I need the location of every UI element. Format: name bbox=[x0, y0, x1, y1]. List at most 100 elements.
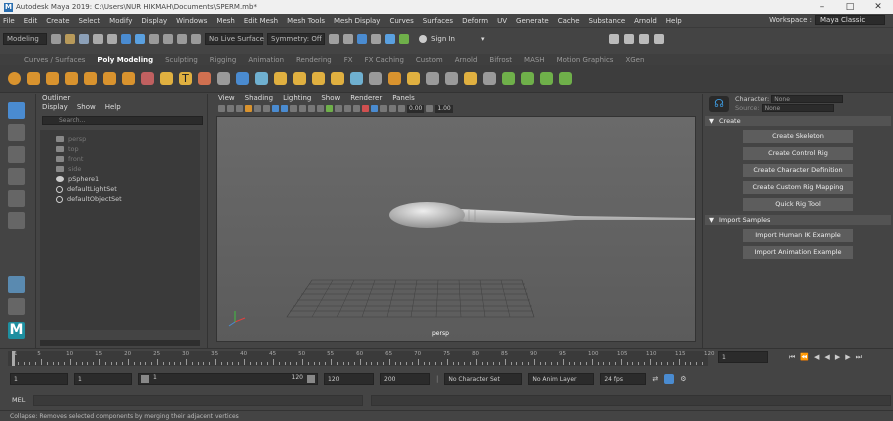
shelf-tab-rigging[interactable]: Rigging bbox=[210, 56, 237, 64]
near-clip-field[interactable]: 0.00 bbox=[407, 104, 425, 113]
poly-plane-icon[interactable] bbox=[103, 72, 116, 85]
new-scene-icon[interactable] bbox=[51, 33, 61, 44]
grid-icon[interactable] bbox=[245, 105, 252, 112]
step-back-icon[interactable]: ◀ bbox=[814, 353, 819, 361]
outliner-item-front[interactable]: front bbox=[40, 154, 200, 164]
menu-mesh-tools[interactable]: Mesh Tools bbox=[287, 17, 325, 25]
sperm-mesh[interactable] bbox=[389, 202, 695, 228]
start-frame-field[interactable]: 1 bbox=[10, 373, 68, 385]
menu-file[interactable]: File bbox=[3, 17, 15, 25]
close-icon[interactable]: ✕ bbox=[865, 0, 891, 14]
exposure-icon[interactable] bbox=[380, 105, 387, 112]
smooth-icon[interactable] bbox=[255, 72, 268, 85]
color-management-icon[interactable] bbox=[398, 105, 405, 112]
svg-tool-icon[interactable] bbox=[198, 72, 211, 85]
redo-icon[interactable] bbox=[107, 33, 117, 44]
snap-view-icon[interactable] bbox=[191, 33, 201, 44]
mirror-icon[interactable] bbox=[293, 72, 306, 85]
paint-select-icon[interactable] bbox=[8, 146, 25, 163]
menu-substance[interactable]: Substance bbox=[589, 17, 626, 25]
remesh-icon[interactable] bbox=[540, 72, 553, 85]
camera-attributes-icon[interactable] bbox=[218, 105, 225, 112]
poly-disc-icon[interactable] bbox=[122, 72, 135, 85]
end-frame-field[interactable]: 200 bbox=[380, 373, 430, 385]
attribute-editor-icon[interactable] bbox=[638, 33, 649, 44]
select-tool-icon[interactable] bbox=[8, 102, 25, 119]
menu-help[interactable]: Help bbox=[666, 17, 682, 25]
poly-cube-icon[interactable] bbox=[27, 72, 40, 85]
extrude-icon[interactable] bbox=[312, 72, 325, 85]
boolean-icon[interactable] bbox=[274, 72, 287, 85]
channel-box-icon[interactable] bbox=[653, 33, 664, 44]
shelf-tab-xgen[interactable]: XGen bbox=[625, 56, 644, 64]
human-ik-icon[interactable] bbox=[623, 33, 634, 44]
menu-edit-mesh[interactable]: Edit Mesh bbox=[244, 17, 278, 25]
bridge-icon[interactable] bbox=[331, 72, 344, 85]
playback-end-field[interactable]: 120 bbox=[324, 373, 374, 385]
snap-grid-icon[interactable] bbox=[149, 33, 159, 44]
menu-modify[interactable]: Modify bbox=[109, 17, 132, 25]
quick-rig-tool-button[interactable]: Quick Rig Tool bbox=[743, 198, 853, 211]
viewport-menu-panels[interactable]: Panels bbox=[392, 94, 415, 103]
render-settings-icon[interactable] bbox=[371, 33, 381, 44]
create-section-header[interactable]: ▼ Create bbox=[705, 116, 891, 126]
shelf-tab-arnold[interactable]: Arnold bbox=[455, 56, 478, 64]
current-frame-field[interactable]: 1 bbox=[718, 351, 768, 363]
viewport-menu-view[interactable]: View bbox=[218, 94, 235, 103]
menu-windows[interactable]: Windows bbox=[176, 17, 207, 25]
viewport-menu-show[interactable]: Show bbox=[321, 94, 340, 103]
menu-select[interactable]: Select bbox=[79, 17, 101, 25]
step-forward-icon[interactable]: ▶ bbox=[845, 353, 850, 361]
shelf-tab-animation[interactable]: Animation bbox=[248, 56, 284, 64]
live-surface-combo[interactable]: No Live Surface bbox=[205, 32, 264, 45]
gamma-icon[interactable] bbox=[389, 105, 396, 112]
save-scene-icon[interactable] bbox=[79, 33, 89, 44]
import-samples-section-header[interactable]: ▼ Import Samples bbox=[705, 215, 891, 225]
character-combo[interactable]: None bbox=[771, 95, 844, 103]
ambient-occlusion-icon[interactable] bbox=[317, 105, 324, 112]
modeling-toolkit-icon[interactable] bbox=[608, 33, 619, 44]
xray-joints-icon[interactable] bbox=[362, 105, 369, 112]
xray-icon[interactable] bbox=[353, 105, 360, 112]
color-space-icon[interactable] bbox=[426, 105, 434, 112]
current-time-marker[interactable] bbox=[12, 351, 15, 366]
menu-mesh-display[interactable]: Mesh Display bbox=[334, 17, 380, 25]
unfold-icon[interactable] bbox=[559, 72, 572, 85]
menu-arnold[interactable]: Arnold bbox=[634, 17, 657, 25]
outliner-menu-display[interactable]: Display bbox=[42, 103, 68, 113]
import-human-ik-example-button[interactable]: Import Human IK Example bbox=[743, 229, 853, 242]
depth-of-field-icon[interactable] bbox=[335, 105, 342, 112]
snap-curve-icon[interactable] bbox=[163, 33, 173, 44]
ipr-render-icon[interactable] bbox=[357, 33, 367, 44]
outliner-horizontal-scrollbar[interactable] bbox=[40, 340, 200, 346]
shelf-tab-curves-surfaces[interactable]: Curves / Surfaces bbox=[24, 56, 85, 64]
outliner-menu-help[interactable]: Help bbox=[105, 103, 121, 113]
poly-reduce-icon[interactable] bbox=[502, 72, 515, 85]
fps-combo[interactable]: 24 fps bbox=[600, 373, 647, 385]
arnold-render-icon[interactable] bbox=[399, 33, 409, 44]
import-animation-example-button[interactable]: Import Animation Example bbox=[743, 246, 853, 259]
shelf-tab-fx-caching[interactable]: FX Caching bbox=[365, 56, 404, 64]
poly-sphere-icon[interactable] bbox=[8, 72, 21, 85]
type-tool-icon[interactable]: T bbox=[179, 72, 192, 85]
outliner-search-input[interactable]: Search... bbox=[42, 116, 203, 125]
poly-torus-icon[interactable] bbox=[84, 72, 97, 85]
select-object-icon[interactable] bbox=[135, 33, 145, 44]
viewport-menu-shading[interactable]: Shading bbox=[245, 94, 273, 103]
combine-icon[interactable] bbox=[217, 72, 230, 85]
menu-mesh[interactable]: Mesh bbox=[216, 17, 234, 25]
shelf-tab-poly-modeling[interactable]: Poly Modeling bbox=[97, 56, 153, 64]
outliner-item-defaultlightset[interactable]: defaultLightSet bbox=[40, 184, 200, 194]
lights-icon[interactable] bbox=[299, 105, 306, 112]
anim-layer-combo[interactable]: No Anim Layer bbox=[528, 373, 595, 385]
source-combo[interactable]: None bbox=[761, 104, 834, 112]
shelf-tab-fx[interactable]: FX bbox=[344, 56, 353, 64]
open-scene-icon[interactable] bbox=[65, 33, 75, 44]
hypershade-icon[interactable] bbox=[385, 33, 395, 44]
menu-curves[interactable]: Curves bbox=[389, 17, 413, 25]
retopo-icon[interactable] bbox=[521, 72, 534, 85]
menu-create[interactable]: Create bbox=[46, 17, 69, 25]
workspace-combo[interactable]: Maya Classic bbox=[815, 15, 885, 25]
outliner-item-persp[interactable]: persp bbox=[40, 134, 200, 144]
film-gate-icon[interactable] bbox=[254, 105, 261, 112]
